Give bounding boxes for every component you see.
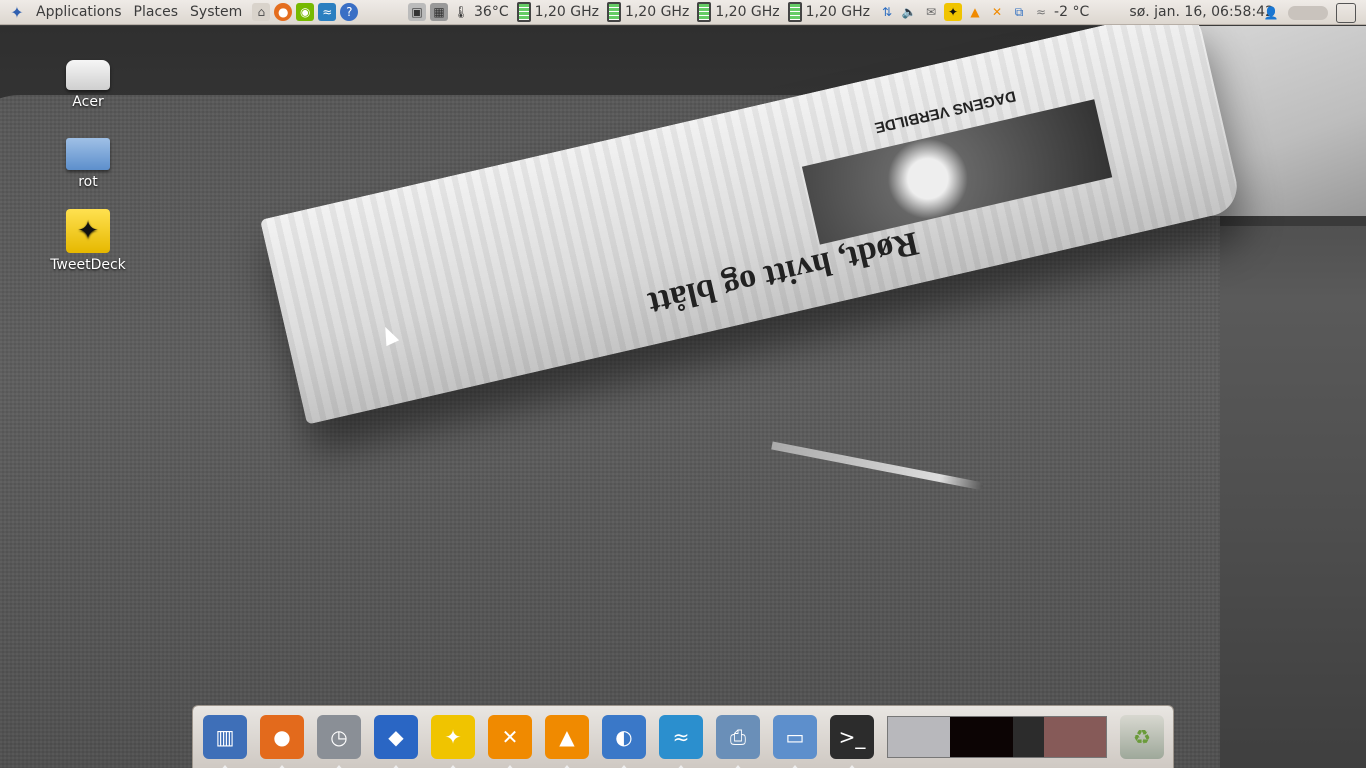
desktop-icon-tweetdeck[interactable]: ✦ TweetDeck [43, 209, 133, 273]
tweetdeck-icon[interactable]: ✦ [431, 715, 475, 768]
color-swatch[interactable] [950, 717, 1013, 757]
panel-launchers: ⌂ ● ◉ ≈ ? [252, 3, 359, 21]
xchat-tray-icon[interactable]: ✕ [988, 3, 1006, 21]
terminal-icon[interactable]: >_ [830, 715, 874, 768]
color-swatch-applet[interactable] [887, 716, 1107, 758]
tweetdeck-tray-icon[interactable]: ✦ [944, 3, 963, 21]
cpu-icon[interactable] [606, 2, 621, 22]
desktop-icon-label: rot [78, 174, 98, 190]
trash-icon[interactable]: ♻ [1120, 715, 1164, 759]
top-panel: ✦ Applications Places System ⌂ ● ◉ ≈ ? ▣… [0, 0, 1366, 25]
nvidia-icon[interactable]: ◉ [296, 3, 315, 21]
desktop-icon-acer[interactable]: Acer [43, 50, 133, 110]
volume-icon[interactable]: 🔈 [900, 3, 918, 21]
screenshot-icon[interactable]: ▣ [408, 3, 426, 21]
help-icon[interactable]: ? [340, 3, 359, 21]
main-menu: ✦ Applications Places System [0, 0, 248, 24]
evolution-icon[interactable]: ◐ [602, 715, 646, 768]
file-manager-icon[interactable]: ▥ [203, 715, 247, 768]
cpu-icon[interactable] [516, 2, 531, 22]
home-folder-icon[interactable]: ⌂ [252, 3, 271, 21]
dock: ▥ ● ◷ ◆ ✦ ✕ ▲ ◐ ≈ ⎙ ▭ >_ ♻ [192, 705, 1174, 768]
color-swatch[interactable] [1012, 717, 1044, 757]
weather-label: -2 °C [1054, 4, 1090, 20]
desktop-icon-label: TweetDeck [50, 257, 126, 273]
color-swatch[interactable] [888, 717, 951, 757]
cpu-freq-4: 1,20 GHz [805, 4, 871, 20]
network-drive-icon[interactable]: ⇅ [878, 3, 896, 21]
firefox-icon[interactable]: ● [260, 715, 304, 768]
network-icon[interactable]: ⧉ [1010, 3, 1028, 21]
power-icon[interactable] [1336, 3, 1356, 23]
vlc-icon[interactable]: ▲ [545, 715, 589, 768]
weather-icon[interactable]: ≈ [1032, 3, 1050, 21]
system-monitor-icon[interactable]: ≈ [659, 715, 703, 768]
drive-icon [66, 60, 110, 90]
printer-icon[interactable]: ⎙ [716, 715, 760, 768]
cpu-icon[interactable] [697, 2, 712, 22]
firefox-icon[interactable]: ● [274, 3, 293, 21]
display-icon[interactable]: ▦ [430, 3, 448, 21]
cpu-freq-3: 1,20 GHz [715, 4, 780, 20]
mail-icon[interactable]: ✉ [922, 3, 940, 21]
menu-places[interactable]: Places [128, 0, 185, 24]
vlc-tray-icon[interactable]: ▲ [966, 3, 984, 21]
tweetdeck-icon: ✦ [66, 209, 110, 253]
user-icon[interactable]: 👤 [1262, 4, 1280, 22]
user-name-blurred[interactable] [1288, 6, 1328, 20]
menu-applications[interactable]: Applications [30, 0, 128, 24]
cpu-icon[interactable] [787, 2, 802, 22]
drop-icon[interactable]: ◆ [374, 715, 418, 768]
xchat-icon[interactable]: ✕ [488, 715, 532, 768]
cpu-freq-2: 1,20 GHz [624, 4, 690, 20]
distributor-logo-icon[interactable]: ✦ [8, 3, 26, 22]
user-area: 👤 [1262, 3, 1356, 23]
desktop-icon-label: Acer [72, 94, 104, 110]
thermometer-icon[interactable]: 🌡 [452, 3, 470, 21]
color-swatch[interactable] [1043, 717, 1106, 757]
temperature-label: 36°C [474, 4, 509, 20]
folder-icon[interactable]: ▭ [773, 715, 817, 768]
desktop-icon-rot[interactable]: rot [43, 130, 133, 190]
folder-icon [66, 138, 110, 170]
newspaper-photo [801, 99, 1113, 245]
mail-clock-icon[interactable]: ◷ [317, 715, 361, 768]
clock[interactable]: sø. jan. 16, 06:58:42 [1129, 0, 1274, 24]
dock-launchers: ▥ ● ◷ ◆ ✦ ✕ ▲ ◐ ≈ ⎙ ▭ >_ [203, 715, 874, 768]
cpu-freq-1: 1,20 GHz [534, 4, 599, 20]
system-monitor-icon[interactable]: ≈ [318, 3, 337, 21]
notification-area: ▣ ▦ 🌡 36°C 1,20 GHz 1,20 GHz 1,20 GHz 1,… [408, 0, 1093, 24]
menu-system[interactable]: System [184, 0, 248, 24]
